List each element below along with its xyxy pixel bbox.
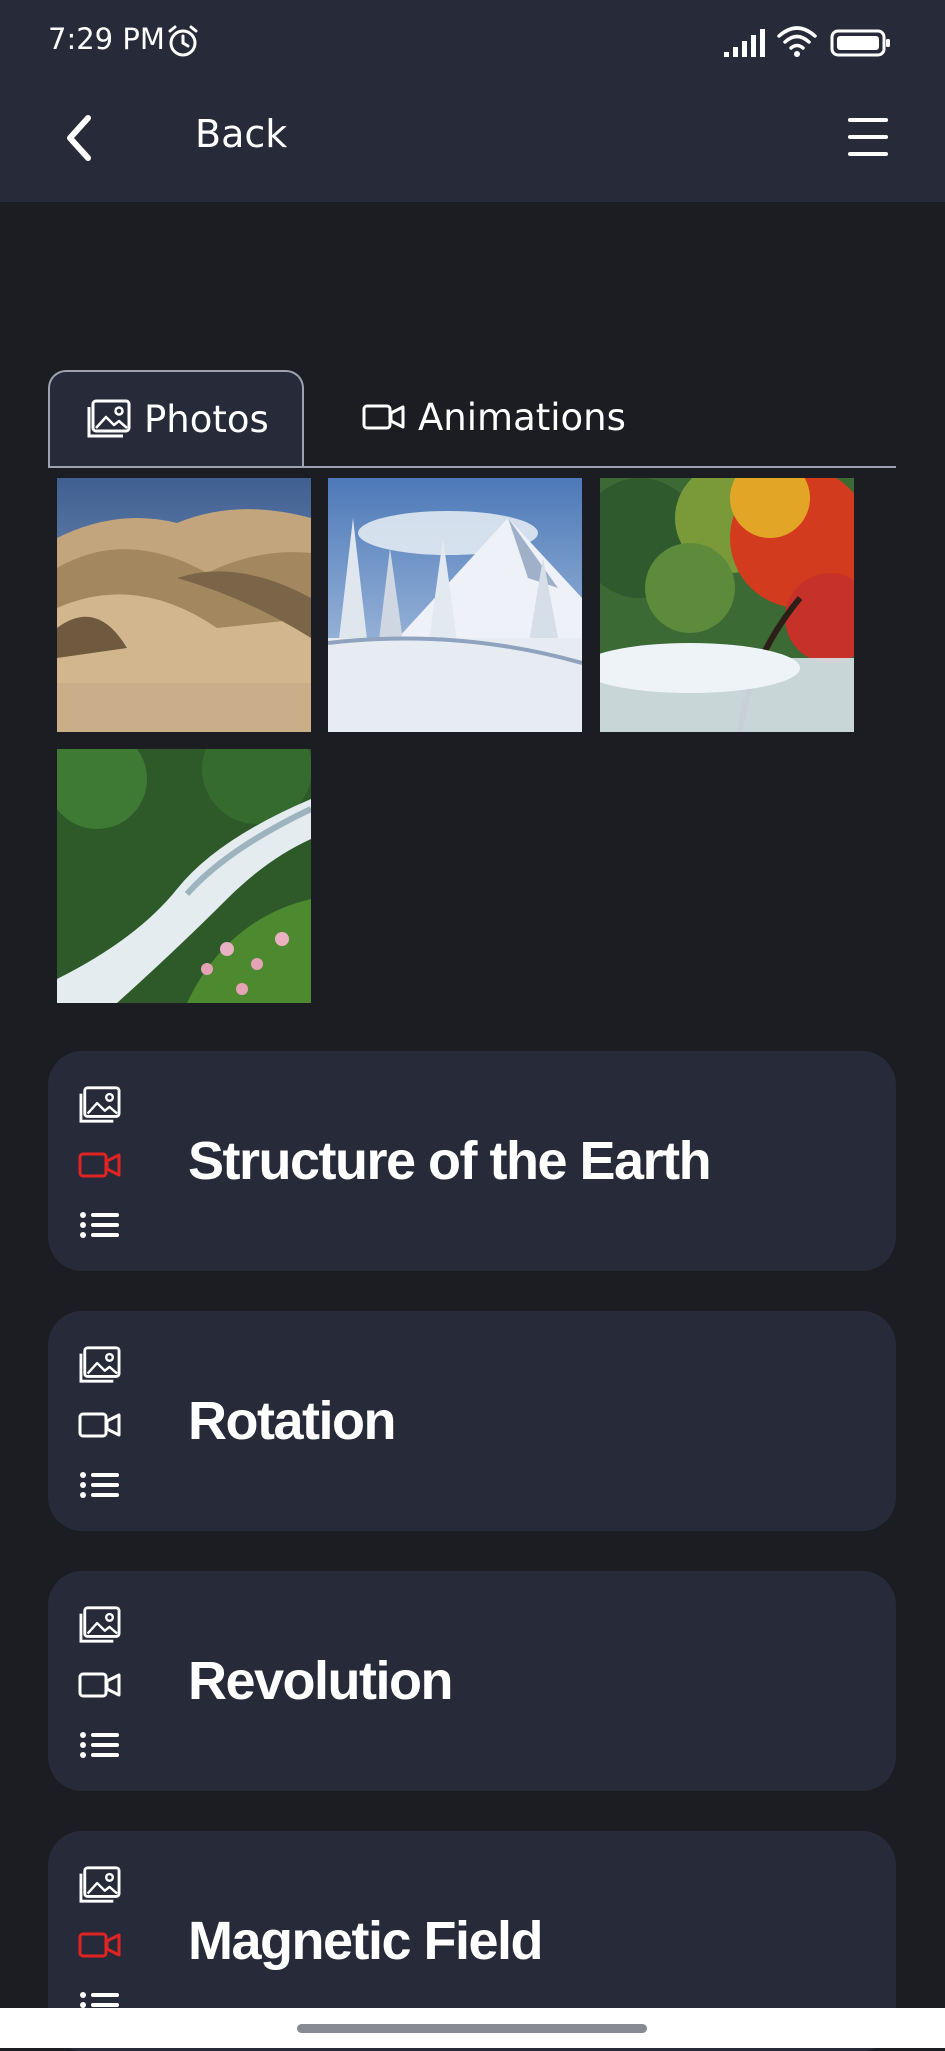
- image-icon: [79, 1086, 121, 1123]
- list-icon: [80, 1212, 119, 1238]
- topic-icons: [78, 1085, 124, 1265]
- topic-card-rotation[interactable]: Rotation: [48, 1311, 896, 1531]
- image-icon: [79, 1346, 121, 1383]
- list-icon: [80, 1732, 119, 1758]
- topic-icons: [78, 1605, 124, 1785]
- photo-snowy-mountain[interactable]: [328, 478, 582, 732]
- topic-card-structure-of-the-earth[interactable]: Structure of the Earth: [48, 1051, 896, 1271]
- topic-icons: [78, 1345, 124, 1525]
- hamburger-menu-icon[interactable]: [846, 112, 890, 162]
- back-button[interactable]: Back: [195, 112, 287, 156]
- list-icon: [80, 1472, 119, 1498]
- tab-photos[interactable]: Photos: [48, 370, 304, 466]
- media-tabs: Photos Animations: [48, 370, 896, 468]
- battery-icon: [830, 29, 890, 57]
- image-icon: [79, 1866, 121, 1903]
- video-icon: [78, 1672, 121, 1698]
- home-indicator[interactable]: [297, 2024, 647, 2033]
- topic-title: Rotation: [188, 1391, 396, 1451]
- sand-dunes-image: [57, 478, 311, 732]
- wifi-icon: [777, 26, 817, 57]
- video-icon: [78, 1412, 121, 1438]
- status-bar: 7:29 PM: [0, 0, 945, 82]
- system-nav-bar: [0, 2008, 945, 2048]
- image-icon: [87, 399, 131, 438]
- topic-title: Structure of the Earth: [188, 1131, 712, 1191]
- chevron-left-icon[interactable]: [60, 110, 100, 166]
- photo-sand-dunes[interactable]: [57, 478, 311, 732]
- photo-autumn-tree[interactable]: [600, 478, 854, 732]
- video-icon: [362, 404, 405, 430]
- snowy-mountain-image: [328, 478, 582, 732]
- autumn-tree-image: [600, 478, 854, 732]
- status-time: 7:29 PM: [48, 22, 165, 56]
- forest-stream-image: [57, 749, 311, 1003]
- topic-title: Revolution: [188, 1651, 454, 1711]
- alarm-icon: [168, 25, 198, 57]
- app-header: Back: [0, 82, 945, 202]
- photo-forest-stream[interactable]: [57, 749, 311, 1003]
- tab-animations[interactable]: Animations: [362, 370, 662, 464]
- tab-animations-label: Animations: [418, 395, 626, 439]
- video-icon: [78, 1932, 121, 1958]
- signal-icon: [724, 29, 765, 57]
- video-icon: [78, 1152, 121, 1178]
- tab-photos-label: Photos: [144, 397, 269, 441]
- image-icon: [79, 1606, 121, 1643]
- topic-card-revolution[interactable]: Revolution: [48, 1571, 896, 1791]
